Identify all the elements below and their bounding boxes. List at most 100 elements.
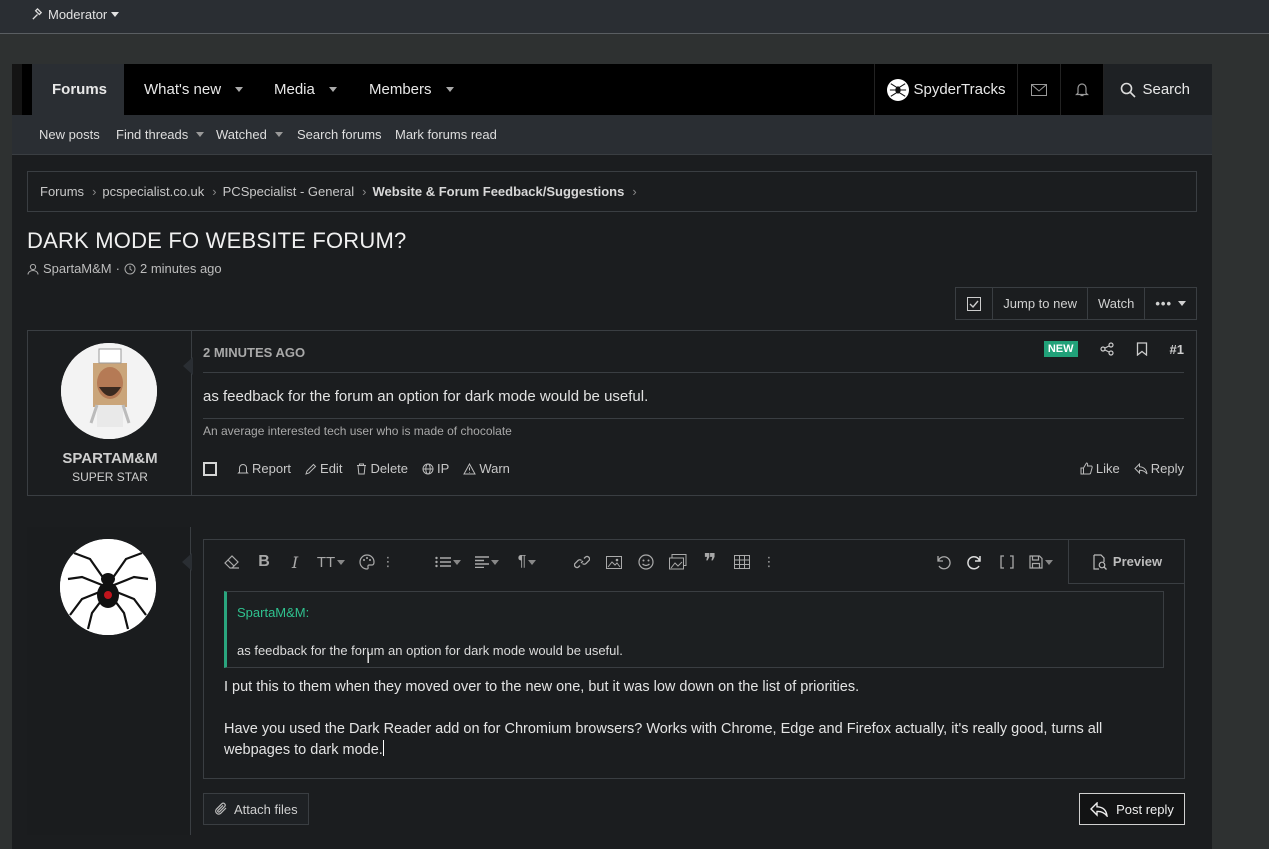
report-button[interactable]: Report	[237, 461, 291, 476]
editor-text-area[interactable]: I put this to them when they moved over …	[224, 677, 1164, 761]
watch-button[interactable]: Watch	[1086, 288, 1144, 319]
preview-label: Preview	[1112, 554, 1163, 569]
delete-button[interactable]: Delete	[356, 461, 408, 476]
jump-to-new-button[interactable]: Jump to new	[992, 288, 1087, 319]
ip-button[interactable]: IP	[422, 461, 449, 476]
chevron-down-icon[interactable]	[274, 132, 283, 137]
bold-icon[interactable]: B	[248, 540, 280, 584]
warning-icon	[463, 462, 477, 474]
tab-forums[interactable]: Forums	[32, 64, 124, 115]
paperclip-icon	[215, 802, 227, 815]
post-actions: Report Edit Delete IP Warn	[203, 461, 524, 476]
chevron-down-icon[interactable]	[445, 87, 454, 92]
drafts-button[interactable]	[1023, 540, 1059, 584]
tab-media[interactable]: Media	[274, 64, 337, 115]
chevron-down-icon	[1178, 301, 1186, 306]
clear-format-button[interactable]	[216, 540, 248, 584]
chevron-down-icon[interactable]	[196, 132, 205, 137]
reply-editor[interactable]: B I TT ⋮ ¶ ❞ ⋮ Preview SpartaM&M: as fee…	[203, 539, 1185, 779]
user-menu[interactable]: SpyderTracks	[874, 64, 1017, 115]
mark-forums-read-link[interactable]: Mark forums read	[395, 127, 497, 142]
gavel-icon	[32, 8, 43, 20]
thread-time[interactable]: 2 minutes ago	[140, 261, 222, 276]
quote-author[interactable]: SpartaM&M:	[237, 605, 309, 620]
quoted-post: SpartaM&M: as feedback for the forum an …	[224, 591, 1164, 668]
chevron-down-icon[interactable]	[328, 87, 337, 92]
link-button[interactable]	[566, 540, 598, 584]
media-button[interactable]	[662, 540, 694, 584]
forum-container: Forums What's new Media Members SpyderTr…	[12, 64, 1212, 849]
warn-button[interactable]: Warn	[463, 461, 510, 476]
moderator-bar: Moderator	[0, 0, 1269, 34]
link-label: Find threads	[116, 127, 189, 142]
tab-label: Members	[369, 81, 432, 98]
preview-button[interactable]: Preview	[1068, 540, 1184, 584]
align-button[interactable]	[469, 540, 505, 584]
text-size-button[interactable]: TT	[311, 540, 351, 584]
chevron-down-icon	[491, 559, 499, 565]
find-threads-link[interactable]: Find threads	[116, 127, 205, 142]
post-date[interactable]: 2 MINUTES AGO	[203, 345, 305, 360]
clock-icon	[124, 263, 136, 274]
thread-author[interactable]: SpartaM&M	[43, 261, 112, 276]
chevron-down-icon[interactable]	[235, 87, 244, 92]
paragraph-button[interactable]: ¶	[509, 540, 545, 584]
undo-button[interactable]	[927, 540, 959, 584]
more-options-button[interactable]: •••	[1144, 288, 1196, 319]
divider	[203, 372, 1184, 373]
palette-icon	[359, 554, 375, 570]
align-left-icon	[475, 556, 489, 568]
chevron-down-icon	[337, 559, 346, 565]
select-thread-button[interactable]	[956, 288, 992, 319]
moderator-menu[interactable]: Moderator	[31, 7, 120, 22]
avatar[interactable]	[61, 343, 157, 439]
breadcrumb-item[interactable]: Forums	[40, 184, 84, 199]
search-button[interactable]: Search	[1103, 64, 1212, 115]
editor-toolbar: B I TT ⋮ ¶ ❞ ⋮ Preview	[204, 540, 1184, 584]
alerts-button[interactable]	[1060, 64, 1103, 115]
search-forums-link[interactable]: Search forums	[297, 127, 382, 142]
post-username[interactable]: SPARTAM&M	[28, 450, 192, 467]
post-reaction-actions: Like Reply	[1080, 461, 1184, 476]
post-number[interactable]: #1	[1170, 342, 1184, 357]
more-vertical-icon[interactable]: ⋮	[761, 540, 777, 584]
bbcode-button[interactable]	[991, 540, 1023, 584]
ibeam-cursor-icon: I	[366, 650, 371, 667]
search-icon	[1121, 82, 1137, 98]
edit-button[interactable]: Edit	[305, 461, 342, 476]
bookmark-icon[interactable]	[1136, 342, 1148, 356]
watched-link[interactable]: Watched	[216, 127, 283, 142]
user-icon	[27, 263, 39, 275]
post-1: SPARTAM&M SUPER STAR 2 MINUTES AGO NEW #…	[27, 330, 1197, 496]
globe-icon	[422, 463, 434, 474]
like-button[interactable]: Like	[1080, 461, 1120, 476]
select-post-checkbox[interactable]	[203, 461, 217, 476]
breadcrumb-item[interactable]: Website & Forum Feedback/Suggestions	[372, 184, 624, 199]
tab-members[interactable]: Members	[369, 64, 454, 115]
breadcrumb-item[interactable]: pcspecialist.co.uk	[102, 184, 204, 199]
post-header-actions: NEW #1	[1043, 341, 1184, 357]
list-button[interactable]	[430, 540, 466, 584]
share-icon[interactable]	[1099, 342, 1114, 356]
attach-files-button[interactable]: Attach files	[203, 793, 309, 825]
italic-icon[interactable]: I	[279, 540, 311, 584]
new-posts-link[interactable]: New posts	[39, 127, 100, 142]
more-vertical-icon[interactable]: ⋮	[380, 540, 396, 584]
redo-icon	[967, 556, 981, 570]
redo-button[interactable]	[959, 540, 991, 584]
breadcrumb-item[interactable]: PCSpecialist - General	[223, 184, 355, 199]
image-button[interactable]	[598, 540, 630, 584]
post-reply-button[interactable]: Post reply	[1079, 793, 1185, 825]
quote-icon[interactable]: ❞	[694, 540, 726, 584]
tab-whats-new[interactable]: What's new	[144, 64, 244, 115]
inbox-button[interactable]	[1017, 64, 1060, 115]
reply-button[interactable]: Reply	[1134, 461, 1184, 476]
emoji-button[interactable]	[630, 540, 662, 584]
color-button[interactable]	[351, 540, 383, 584]
avatar	[887, 78, 910, 101]
editor-paragraph: I put this to them when they moved over …	[224, 679, 860, 695]
post-user-cell: SPARTAM&M SUPER STAR	[28, 331, 192, 495]
meta-separator: ·	[115, 261, 120, 276]
table-button[interactable]	[726, 540, 758, 584]
chevron-right-icon: ›	[362, 184, 367, 199]
